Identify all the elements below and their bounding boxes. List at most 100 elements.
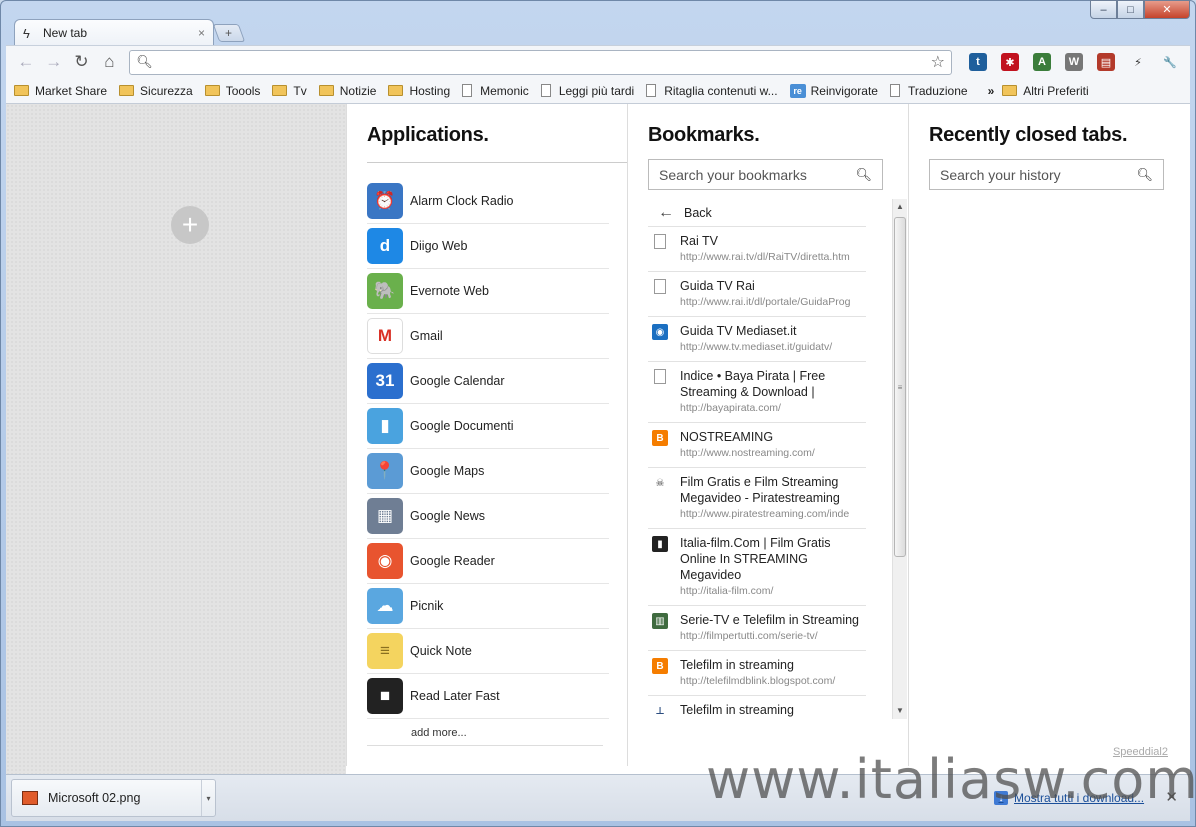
wrench-icon[interactable]: 🔧 bbox=[1156, 51, 1184, 73]
app-picnik[interactable]: ☁ Picnik bbox=[367, 584, 609, 629]
page-favicon-icon bbox=[654, 279, 666, 294]
scroll-down-icon[interactable]: ▼ bbox=[893, 703, 907, 719]
bookmark-ritaglia-contenuti-w[interactable]: Ritaglia contenuti w... bbox=[646, 84, 778, 98]
search-icon[interactable]: 🔍︎ bbox=[1136, 167, 1153, 183]
app-name: Alarm Clock Radio bbox=[410, 194, 514, 208]
history-search[interactable]: 🔍︎ bbox=[929, 159, 1164, 190]
show-all-downloads-link[interactable]: ↓ Mostra tutti i download... bbox=[994, 791, 1144, 805]
back-link[interactable]: ← Back bbox=[648, 199, 866, 227]
bookmark-item[interactable]: ⊥ Telefilm in streaming bbox=[648, 696, 866, 719]
bookmarks-search-input[interactable] bbox=[659, 166, 856, 183]
close-window-button[interactable]: ✕ bbox=[1144, 0, 1190, 19]
app-quick-note[interactable]: ≡ Quick Note bbox=[367, 629, 609, 674]
bookmark-sicurezza[interactable]: Sicurezza bbox=[119, 84, 193, 98]
app-diigo-web[interactable]: d Diigo Web bbox=[367, 224, 609, 269]
bookmark-label: Hosting bbox=[409, 83, 451, 98]
reload-button[interactable]: ↻ bbox=[68, 52, 96, 72]
bookmark-toools[interactable]: Toools bbox=[204, 84, 260, 98]
history-search-input[interactable] bbox=[940, 166, 1137, 183]
address-input[interactable] bbox=[158, 54, 931, 70]
app-alarm-clock-radio[interactable]: ⏰ Alarm Clock Radio bbox=[367, 179, 609, 224]
search-icon: 🔍︎ bbox=[136, 54, 153, 69]
bookmark-star-icon[interactable]: ☆ bbox=[931, 52, 945, 72]
app-read-later-fast[interactable]: ■ Read Later Fast bbox=[367, 674, 609, 719]
show-all-label: Mostra tutti i download... bbox=[1014, 791, 1145, 805]
bookmark-url: http://www.rai.it/dl/portale/GuidaProg bbox=[680, 296, 851, 308]
bookmark-item[interactable]: Rai TV http://www.rai.tv/dl/RaiTV/diretta… bbox=[648, 227, 866, 272]
translate-extension-icon[interactable]: A bbox=[1028, 51, 1056, 73]
lastpass-extension-icon[interactable]: ✱ bbox=[996, 51, 1024, 73]
app-google-maps[interactable]: 📍 Google Maps bbox=[367, 449, 609, 494]
twitter-extension-icon[interactable]: t bbox=[964, 51, 992, 73]
reinvigorate-icon: re bbox=[789, 83, 806, 98]
home-button[interactable]: ⌂ bbox=[95, 52, 123, 72]
bookmark-item[interactable]: ▥ Serie-TV e Telefilm in Streaming http://… bbox=[648, 606, 866, 651]
bookmark-traduzione[interactable]: Traduzione bbox=[889, 84, 968, 98]
image-file-icon bbox=[22, 791, 38, 805]
app-google-calendar[interactable]: 31 Google Calendar bbox=[367, 359, 609, 404]
bookmark-item[interactable]: Guida TV Rai http://www.rai.it/dl/portale… bbox=[648, 272, 866, 317]
twitter-extension-icon-glyph: t bbox=[968, 53, 987, 71]
new-tab-button[interactable]: + bbox=[212, 24, 246, 42]
back-button[interactable]: ← bbox=[12, 52, 40, 72]
film-favicon-icon: ▮ bbox=[652, 536, 668, 552]
download-item[interactable]: Microsoft 02.png ▾ bbox=[11, 779, 216, 817]
chevron-down-icon[interactable]: ▾ bbox=[201, 780, 215, 816]
bookmarks-overflow-button[interactable]: » bbox=[988, 84, 995, 98]
app-gmail[interactable]: M Gmail bbox=[367, 314, 609, 359]
omnibox[interactable]: 🔍︎ ☆ bbox=[129, 49, 952, 75]
app-google-news[interactable]: ▦ Google News bbox=[367, 494, 609, 539]
scrollbar[interactable]: ▲ ≡ ▼ bbox=[892, 199, 907, 719]
bookmark-market-share[interactable]: Market Share bbox=[14, 84, 107, 98]
google-news-icon: ▦ bbox=[367, 498, 403, 534]
tab-new-tab[interactable]: ϟ New tab × bbox=[14, 19, 214, 46]
bookmark-item[interactable]: ☠ Film Gratis e Film Streaming Megavideo … bbox=[648, 468, 866, 529]
clipboard-extension-icon[interactable]: ▤ bbox=[1092, 51, 1120, 73]
wikipedia-extension-icon-glyph: W bbox=[1064, 53, 1083, 71]
bookmark-memonic[interactable]: Memonic bbox=[462, 84, 529, 98]
read-later-fast-icon: ■ bbox=[367, 678, 403, 714]
bookmark-title: Guida TV Mediaset.it bbox=[680, 324, 797, 338]
forward-button[interactable]: → bbox=[40, 52, 68, 72]
minimize-button[interactable]: – bbox=[1090, 0, 1117, 19]
bookmarks-search[interactable]: 🔍︎ bbox=[648, 159, 883, 190]
folder-icon bbox=[204, 85, 220, 96]
bookmark-item[interactable]: ▮ Italia-film.Com | Film Gratis Online In… bbox=[648, 529, 866, 606]
page-icon bbox=[646, 84, 657, 97]
back-label: Back bbox=[684, 205, 712, 220]
bookmark-tv[interactable]: Tv bbox=[272, 84, 307, 98]
bookmarks-heading: Bookmarks. bbox=[648, 124, 760, 146]
bookmarks-list-container: ← Back Rai TV http://www.rai.tv/dl/RaiTV/… bbox=[648, 199, 908, 719]
bookmark-notizie[interactable]: Notizie bbox=[318, 84, 376, 98]
close-shelf-icon[interactable]: ✕ bbox=[1165, 788, 1178, 806]
tab-close-icon[interactable]: × bbox=[198, 26, 205, 40]
arrow-left-icon: ← bbox=[658, 203, 674, 221]
bookmark-item[interactable]: B Telefilm in streaming http://telefilmdbl… bbox=[648, 651, 866, 696]
other-bookmarks-folder[interactable]: Altri Preferiti bbox=[1002, 84, 1089, 98]
app-evernote-web[interactable]: 🐘 Evernote Web bbox=[367, 269, 609, 314]
wikipedia-extension-icon[interactable]: W bbox=[1060, 51, 1088, 73]
folder-icon bbox=[272, 85, 288, 96]
bookmark-leggi-pi-tardi[interactable]: Leggi più tardi bbox=[540, 83, 635, 98]
search-icon[interactable]: 🔍︎ bbox=[855, 167, 872, 183]
scroll-up-icon[interactable]: ▲ bbox=[893, 199, 907, 215]
bookmark-item[interactable]: Indice • Baya Pirata | Free Streaming & … bbox=[648, 362, 866, 423]
bookmark-item[interactable]: ◉ Guida TV Mediaset.it http://www.tv.media… bbox=[648, 317, 866, 362]
add-more-link[interactable]: add more... bbox=[411, 727, 627, 739]
add-dial-button[interactable]: + bbox=[171, 206, 209, 244]
lightning-icon: ϟ bbox=[23, 25, 30, 41]
lightning-extension-icon[interactable]: ⚡ bbox=[1124, 51, 1152, 73]
diigo-web-icon: d bbox=[367, 228, 403, 264]
mediaset-favicon-icon: ◉ bbox=[652, 324, 668, 340]
bookmark-reinvigorate[interactable]: re Reinvigorate bbox=[789, 83, 878, 98]
scroll-thumb[interactable]: ≡ bbox=[894, 217, 906, 557]
page-icon bbox=[462, 84, 473, 97]
page-icon bbox=[889, 84, 900, 97]
maximize-button[interactable]: □ bbox=[1117, 0, 1144, 19]
bookmark-item[interactable]: B NOSTREAMING http://www.nostreaming.com/ bbox=[648, 423, 866, 468]
app-google-documenti[interactable]: ▮ Google Documenti bbox=[367, 404, 609, 449]
speeddial-link[interactable]: Speeddial2 bbox=[1113, 746, 1168, 758]
bookmark-label: Leggi più tardi bbox=[558, 83, 635, 98]
bookmark-hosting[interactable]: Hosting bbox=[388, 84, 450, 98]
app-google-reader[interactable]: ◉ Google Reader bbox=[367, 539, 609, 584]
